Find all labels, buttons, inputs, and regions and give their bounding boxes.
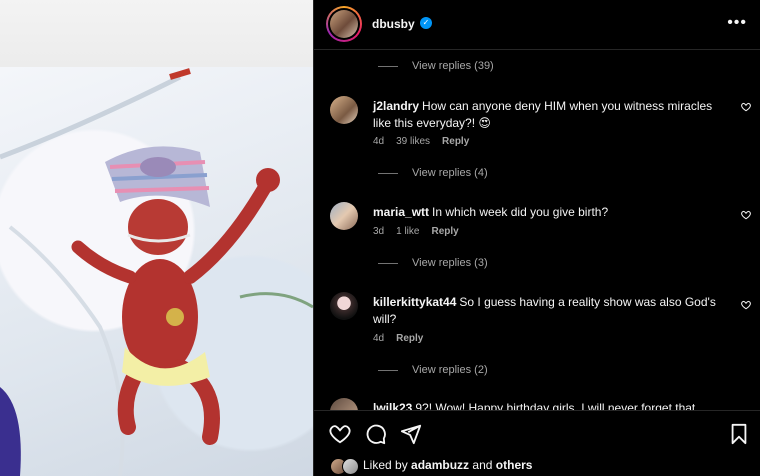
comments-list: View replies (39) j2landry How can anyone… [314,50,760,410]
post-header: dbusby ✓ ••• [314,0,760,50]
comment-likes[interactable]: 39 likes [396,136,430,147]
reply-button[interactable]: Reply [431,226,458,237]
commenter-avatar[interactable] [330,292,358,320]
view-replies-button[interactable]: View replies (3) [378,257,488,271]
view-replies-button[interactable]: View replies (4) [378,167,488,181]
comment-text: lwilk23 9?! Wow! Happy birthday girls. I … [373,400,723,410]
like-comment-heart-icon[interactable] [741,300,751,310]
commenter-username[interactable]: killerkittykat44 [373,295,456,309]
photo-illustration [0,68,313,476]
liked-by-avatars [330,458,360,475]
commenter-avatar[interactable] [330,202,358,230]
commenter-avatar[interactable] [330,398,358,410]
commenter-username[interactable]: maria_wtt [373,205,429,219]
comment-text: j2landry How can anyone deny HIM when you… [373,99,713,130]
verified-badge-icon: ✓ [420,17,432,29]
reply-button[interactable]: Reply [396,333,423,344]
comment-meta: 4d Reply [373,333,424,344]
author-avatar[interactable] [326,6,362,42]
liked-by-others[interactable]: others [496,458,533,472]
liked-by-summary[interactable]: Liked by adambuzz and others [330,458,533,475]
post-detail-panel: dbusby ✓ ••• View replies (39) j2landry H… [313,0,760,476]
author-username[interactable]: dbusby [372,17,415,31]
comment-icon[interactable] [365,423,387,445]
reply-button[interactable]: Reply [442,136,469,147]
like-comment-heart-icon[interactable] [741,102,751,112]
view-replies-button[interactable]: View replies (39) [378,60,494,74]
like-comment-heart-icon[interactable] [741,210,751,220]
commenter-username[interactable]: lwilk23 [373,401,412,410]
more-options-icon[interactable]: ••• [727,14,747,32]
like-heart-icon[interactable] [329,423,351,445]
liked-by-user[interactable]: adambuzz [411,458,469,472]
comment-meta: 3d 1 like Reply [373,226,459,237]
save-bookmark-icon[interactable] [728,423,750,445]
view-replies-button[interactable]: View replies (2) [378,364,488,378]
share-icon[interactable] [400,423,422,445]
post-actions-bar: Liked by adambuzz and others [314,410,760,476]
commenter-avatar[interactable] [330,96,358,124]
photo-blurred-header [0,0,313,67]
post-photo[interactable] [0,0,313,476]
comment-text: maria_wtt In which week did you give birt… [373,205,609,219]
comment-text: killerkittykat44 So I guess having a real… [373,295,716,326]
comment-likes[interactable]: 1 like [396,226,419,237]
comment-meta: 4d 39 likes Reply [373,136,470,147]
commenter-username[interactable]: j2landry [373,99,419,113]
